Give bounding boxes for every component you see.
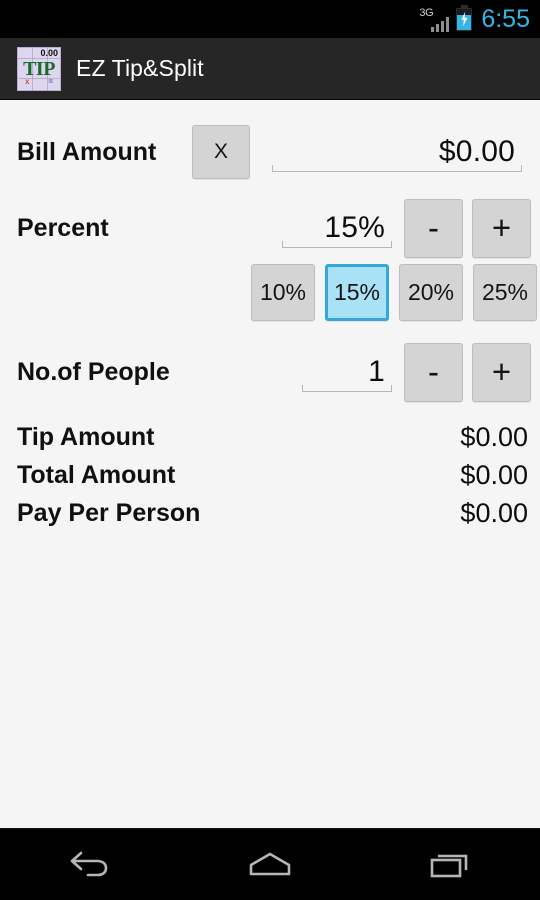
percent-preset-15[interactable]: 15% — [325, 264, 389, 321]
status-bar: 3G 6:55 — [0, 0, 540, 38]
people-value: 1 — [368, 355, 385, 388]
total-amount-label: Total Amount — [17, 460, 176, 489]
people-increment-button[interactable]: + — [472, 342, 531, 402]
battery-charging-icon — [456, 4, 473, 31]
app-icon: 0.00 TIP x = — [17, 46, 61, 91]
people-decrement-label: - — [428, 353, 439, 390]
bill-amount-label: Bill Amount — [17, 137, 157, 166]
percent-increment-button[interactable]: + — [472, 198, 531, 258]
back-icon[interactable] — [35, 829, 145, 900]
percent-value: 15% — [324, 211, 385, 244]
percent-row: Percent 15% - + — [0, 198, 540, 258]
navigation-bar — [0, 828, 540, 900]
tip-amount-value: $0.00 — [460, 421, 528, 452]
bill-amount-input[interactable]: $0.00 — [271, 130, 523, 172]
percent-label: Percent — [17, 213, 109, 242]
people-input[interactable]: 1 — [301, 350, 393, 392]
signal-bars-glyph — [430, 16, 450, 32]
bill-amount-value: $0.00 — [438, 135, 515, 168]
clear-bill-button[interactable]: X — [192, 125, 250, 179]
home-icon[interactable] — [215, 829, 325, 900]
percent-preset-10-label: 10% — [259, 279, 307, 305]
people-row: No.of People 1 - + — [0, 342, 540, 402]
percent-preset-20[interactable]: 20% — [399, 264, 463, 321]
app-icon-mark-right: = — [48, 76, 53, 86]
percent-increment-label: + — [491, 209, 512, 246]
recents-icon[interactable] — [395, 829, 505, 900]
status-bar-clock: 6:55 — [481, 4, 530, 33]
total-amount-row: Total Amount $0.00 — [0, 456, 540, 494]
app-icon-amount: 0.00 — [40, 47, 58, 58]
percent-preset-15-label: 15% — [333, 279, 381, 305]
percent-preset-10[interactable]: 10% — [251, 264, 315, 321]
app-icon-mark-left: x — [25, 76, 30, 86]
percent-preset-25-label: 25% — [481, 279, 529, 305]
signal-bars-icon: 3G — [419, 6, 450, 32]
percent-preset-20-label: 20% — [407, 279, 455, 305]
pay-per-person-row: Pay Per Person $0.00 — [0, 494, 540, 532]
tip-amount-row: Tip Amount $0.00 — [0, 418, 540, 456]
status-icons: 3G 6:55 — [419, 4, 530, 33]
app-title: EZ Tip&Split — [76, 55, 204, 81]
main-content: Bill Amount X $0.00 Percent 15% - + 10% … — [0, 100, 540, 828]
percent-preset-group: 10% 15% 20% 25% — [251, 264, 537, 321]
app-icon-word: TIP — [23, 57, 55, 80]
percent-preset-25[interactable]: 25% — [473, 264, 537, 321]
people-label: No.of People — [17, 357, 170, 386]
percent-decrement-button[interactable]: - — [404, 198, 463, 258]
percent-input[interactable]: 15% — [281, 206, 393, 248]
total-amount-value: $0.00 — [460, 459, 528, 490]
pay-per-person-value: $0.00 — [460, 497, 528, 528]
phone-screen: 3G 6:55 0.00 TIP x = EZ Tip&Split Bill A… — [0, 0, 540, 900]
people-increment-label: + — [491, 353, 512, 390]
bill-amount-row: Bill Amount X $0.00 — [0, 122, 540, 182]
clear-bill-button-label: X — [213, 140, 228, 163]
people-decrement-button[interactable]: - — [404, 342, 463, 402]
percent-decrement-label: - — [428, 209, 439, 246]
tip-amount-label: Tip Amount — [17, 422, 155, 451]
pay-per-person-label: Pay Per Person — [17, 498, 201, 527]
action-bar: 0.00 TIP x = EZ Tip&Split — [0, 38, 540, 100]
network-type-label: 3G — [419, 7, 434, 19]
